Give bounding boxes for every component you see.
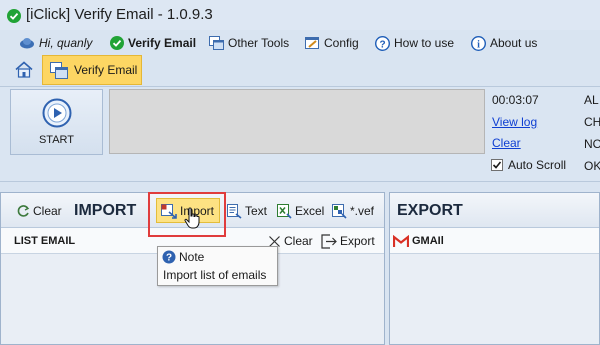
gmail-icon	[393, 234, 409, 247]
menu-bar: Hi, quanly Verify Email Other Tools Conf…	[0, 31, 600, 55]
svg-text:?: ?	[379, 39, 385, 50]
menu-config[interactable]: Config	[305, 31, 359, 55]
start-label: START	[38, 134, 75, 146]
tab-verify-email[interactable]: Verify Email	[42, 55, 142, 85]
clear-log-link[interactable]: Clear	[492, 136, 521, 150]
home-button[interactable]	[13, 58, 35, 80]
tab-verify-email-label: Verify Email	[74, 63, 138, 77]
import-excel-label: Excel	[295, 204, 325, 218]
import-vef-label: *.vef	[350, 204, 375, 218]
refresh-icon	[17, 205, 30, 217]
menu-how-to-use[interactable]: ? How to use	[375, 31, 454, 55]
config-icon	[305, 37, 319, 49]
tooltip: ? Note Import list of emails	[157, 246, 278, 286]
menu-verify-email[interactable]: Verify Email	[110, 31, 196, 55]
text-file-icon	[227, 203, 242, 219]
import-vef-button[interactable]: *.vef	[332, 200, 374, 222]
list-export-button[interactable]: Export	[321, 230, 375, 252]
svg-text:?: ?	[166, 253, 172, 264]
log-area	[109, 89, 485, 154]
hand-cursor-icon	[184, 207, 200, 229]
windows-icon	[209, 36, 224, 50]
menu-verify-email-label: Verify Email	[128, 36, 197, 50]
user-cloud-icon	[20, 38, 34, 49]
import-clear-label: Clear	[33, 204, 62, 218]
list-clear-label: Clear	[284, 234, 313, 248]
timer: 00:03:07	[492, 93, 539, 107]
checkmark-icon	[492, 161, 502, 169]
import-title: IMPORT	[74, 202, 137, 219]
list-export-label: Export	[340, 234, 375, 248]
window-title: [iClick] Verify Email - 1.0.9.3	[26, 6, 213, 23]
menu-about-us-label: About us	[490, 36, 538, 50]
stat-checked-label: CH	[584, 115, 600, 129]
stat-not-ok-label: NO	[584, 137, 600, 151]
windows-icon	[50, 61, 68, 79]
import-excel-button[interactable]: Excel	[277, 200, 324, 222]
excel-icon	[277, 203, 292, 219]
check-circle-icon	[7, 9, 21, 23]
svg-text:i: i	[477, 39, 480, 50]
play-icon	[42, 98, 71, 128]
menu-user[interactable]: Hi, quanly	[19, 31, 92, 55]
stat-all-label: AL	[584, 93, 599, 107]
help-icon: ?	[375, 35, 390, 51]
menu-how-to-use-label: How to use	[394, 36, 455, 50]
list-email-title: LIST EMAIL	[14, 235, 76, 247]
import-clear-button[interactable]: Clear	[17, 200, 62, 222]
menu-other-tools-label: Other Tools	[228, 36, 290, 50]
tooltip-title: Note	[179, 250, 205, 264]
auto-scroll-checkbox[interactable]	[491, 159, 503, 171]
home-icon	[15, 60, 33, 78]
import-text-button[interactable]: Text	[227, 200, 267, 222]
gmail-label: GMAIl	[412, 235, 444, 247]
tooltip-body: Import list of emails	[163, 268, 267, 282]
start-button[interactable]: START	[10, 89, 103, 155]
import-text-label: Text	[245, 204, 268, 218]
help-icon: ?	[162, 250, 176, 264]
vef-file-icon	[332, 203, 347, 219]
stat-ok-label: OK	[584, 159, 600, 173]
auto-scroll-label: Auto Scroll	[508, 158, 567, 172]
check-circle-icon	[110, 36, 124, 50]
menu-other-tools[interactable]: Other Tools	[209, 31, 289, 55]
gmail-tab[interactable]: GMAIl	[393, 230, 444, 252]
menu-user-label: Hi, quanly	[39, 36, 93, 50]
menu-config-label: Config	[324, 36, 359, 50]
export-title: EXPORT	[397, 202, 463, 219]
export-icon	[321, 233, 337, 249]
menu-about-us[interactable]: i About us	[471, 31, 537, 55]
view-log-link[interactable]: View log	[492, 115, 537, 129]
info-icon: i	[471, 35, 486, 51]
